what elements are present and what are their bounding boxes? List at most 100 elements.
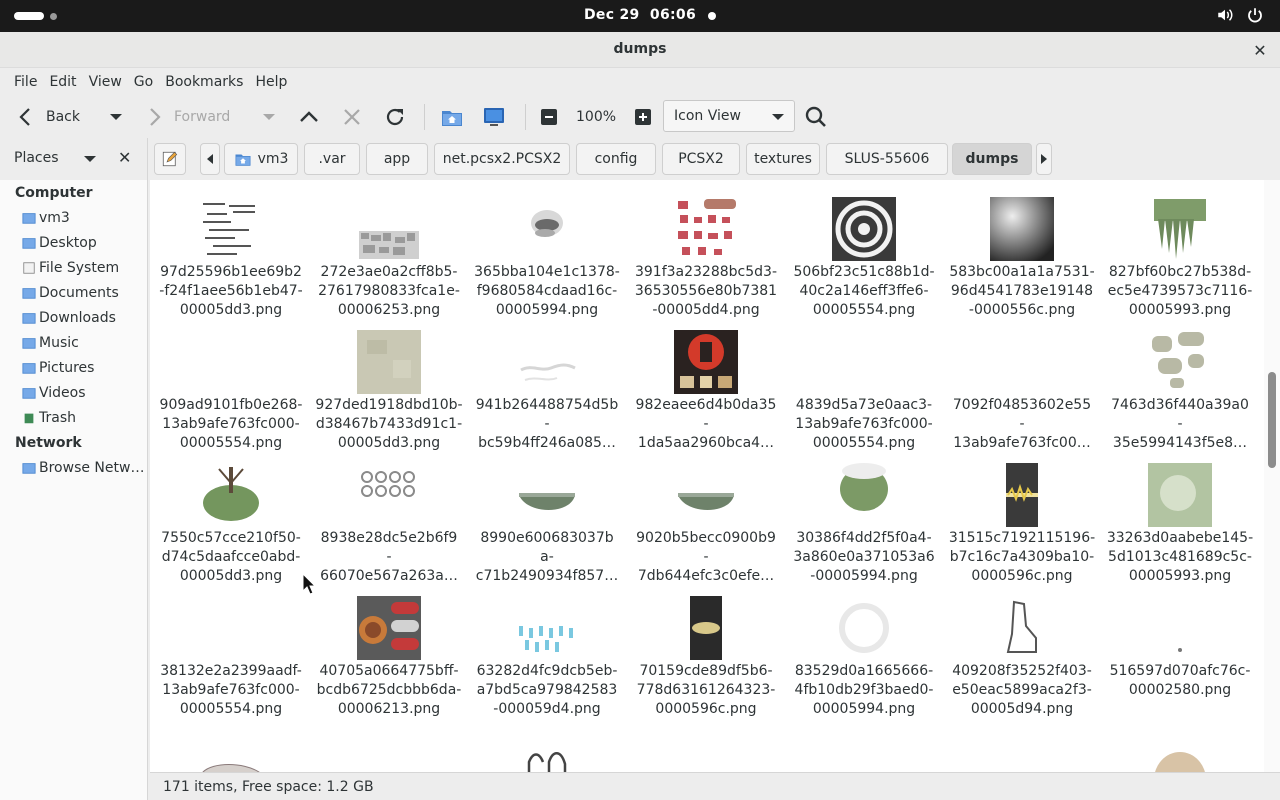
sidebar-item-documents[interactable]: Documents bbox=[22, 282, 146, 304]
file-item[interactable]: 7092f04853602e55-13ab9afe763fc00… bbox=[943, 330, 1101, 454]
file-icon-view[interactable]: 97d25596b1ee69b2 -f24f1aee56b1eb47- 00005d… bbox=[150, 180, 1264, 772]
scrollbar-thumb[interactable] bbox=[1268, 372, 1276, 468]
zoom-in-button[interactable] bbox=[631, 96, 655, 138]
vertical-scrollbar[interactable] bbox=[1264, 180, 1280, 772]
path-scroll-left[interactable] bbox=[200, 143, 220, 175]
sidebar-item-downloads[interactable]: Downloads bbox=[22, 307, 146, 329]
file-item[interactable]: 83529d0a1665666- 4fb10db29f3baed0- 0000599… bbox=[785, 596, 943, 720]
view-mode-select[interactable]: Icon View bbox=[663, 100, 795, 132]
file-item[interactable]: 7463d36f440a39a0-35e5994143f5e8… bbox=[1101, 330, 1259, 454]
forward-history-dropdown[interactable] bbox=[257, 96, 281, 138]
file-name: 38132e2a2399aadf- 13ab9afe763fc000- 000055… bbox=[160, 663, 302, 717]
file-item[interactable]: 506bf23c51c88b1d- 40c2a146eff3ffe6- 000055… bbox=[785, 197, 943, 321]
file-item[interactable]: 9020b5becc0900b9-7db644efc3c0efe… bbox=[627, 463, 785, 587]
menu-go[interactable]: Go bbox=[128, 68, 159, 96]
file-name: 409208f35252f403- e50eac5899aca2f3- 00005d… bbox=[952, 663, 1092, 717]
file-item[interactable]: 941b264488754d5b - bc59b4ff246a085… bbox=[468, 330, 626, 454]
forward-button[interactable]: Forward bbox=[142, 96, 230, 138]
drive-icon bbox=[23, 262, 35, 274]
file-item[interactable]: 38132e2a2399aadf- 13ab9afe763fc000- 000055… bbox=[152, 596, 310, 720]
zoom-in-icon bbox=[635, 109, 651, 125]
path-crumb-app[interactable]: app bbox=[366, 143, 428, 175]
desktop-folder-icon bbox=[22, 238, 36, 249]
file-item[interactable]: 982eaee6d4b0da35-1da5aa2960bca4… bbox=[627, 330, 785, 454]
file-item[interactable]: 583bc00a1a1a7531- 96d4541783e19148 -000055… bbox=[943, 197, 1101, 321]
file-item[interactable]: 70159cde89df5b6- 778d63161264323- 0000596c… bbox=[627, 596, 785, 720]
path-crumb-dumps[interactable]: dumps bbox=[952, 143, 1032, 175]
file-name: 9020b5becc0900b9-7db644efc3c0efe… bbox=[636, 530, 776, 584]
close-window-button[interactable]: ✕ bbox=[1250, 40, 1270, 60]
sidebar-item-trash[interactable]: Trash bbox=[22, 407, 146, 429]
sidebar-item-music[interactable]: Music bbox=[22, 332, 146, 354]
path-crumb-pcsx2-app[interactable]: net.pcsx2.PCSX2 bbox=[434, 143, 570, 175]
path-crumb-textures[interactable]: textures bbox=[746, 143, 820, 175]
zoom-out-button[interactable] bbox=[537, 96, 561, 138]
file-item[interactable]: 7550c57cce210f50- d74c5daafcce0abd- 00005d… bbox=[152, 463, 310, 587]
file-item[interactable]: 272e3ae0a2cff8b5- 27617980833fca1e- 000062… bbox=[310, 197, 468, 321]
menu-edit[interactable]: Edit bbox=[43, 68, 82, 96]
file-item[interactable]: 827bf60bc27b538d-ec5e4739573c7116- 000059… bbox=[1101, 197, 1259, 321]
system-tray[interactable] bbox=[1216, 6, 1264, 24]
path-crumb-slus[interactable]: SLUS-55606 bbox=[826, 143, 948, 175]
path-scroll-right[interactable] bbox=[1036, 143, 1052, 175]
mouse-cursor bbox=[302, 573, 316, 595]
file-item[interactable]: 4839d5a73e0aac3- 13ab9afe763fc000- 0000555… bbox=[785, 330, 943, 454]
file-thumbnail bbox=[531, 210, 563, 237]
home-button[interactable] bbox=[440, 96, 464, 138]
file-thumbnail bbox=[1178, 648, 1182, 652]
file-thumbnail[interactable] bbox=[1148, 732, 1212, 772]
path-crumb-config[interactable]: config bbox=[576, 143, 656, 175]
close-sidebar-button[interactable]: ✕ bbox=[118, 148, 131, 167]
sidebar-item-desktop[interactable]: Desktop bbox=[22, 232, 146, 254]
file-name: 391f3a23288bc5d3- 36530556e80b7381 -00005d… bbox=[634, 264, 778, 318]
file-thumbnail[interactable] bbox=[515, 732, 579, 772]
toggle-location-entry-button[interactable] bbox=[154, 143, 186, 175]
sidebar-item-videos[interactable]: Videos bbox=[22, 382, 146, 404]
file-item[interactable]: 516597d070afc76c- 00002580.png bbox=[1101, 596, 1259, 720]
sidebar-item-vm3[interactable]: vm3 bbox=[22, 207, 146, 229]
file-item[interactable]: 365bba104e1c1378- f9680584cdaad16c- 000059… bbox=[468, 197, 626, 321]
file-item[interactable]: 409208f35252f403- e50eac5899aca2f3- 00005d… bbox=[943, 596, 1101, 720]
file-item[interactable]: 33263d0aabebe145- 5d1013c481689c5c- 000059… bbox=[1101, 463, 1259, 587]
file-item[interactable]: 30386f4dd2f5f0a4- 3a860e0a371053a6 -000059… bbox=[785, 463, 943, 587]
sidebar-item-browse-network[interactable]: Browse Netw… bbox=[22, 457, 146, 479]
menu-view[interactable]: View bbox=[83, 68, 128, 96]
file-item[interactable]: 31515c7192115196- b7c16c7a4309ba10- 000059… bbox=[943, 463, 1101, 587]
menu-file[interactable]: File bbox=[8, 68, 43, 96]
back-button[interactable]: Back bbox=[14, 96, 80, 138]
sidebar-item-pictures[interactable]: Pictures bbox=[22, 357, 146, 379]
up-button[interactable] bbox=[297, 96, 321, 138]
file-thumbnail[interactable] bbox=[199, 732, 263, 772]
file-item[interactable]: 909ad9101fb0e268- 13ab9afe763fc000- 000055… bbox=[152, 330, 310, 454]
file-item[interactable]: 97d25596b1ee69b2 -f24f1aee56b1eb47- 00005d… bbox=[152, 197, 310, 321]
places-dropdown[interactable] bbox=[84, 156, 96, 162]
window-title: dumps bbox=[613, 41, 667, 57]
file-name: 8990e600683037b a-c71b2490934f857… bbox=[475, 530, 619, 584]
path-crumb-pcsx2[interactable]: PCSX2 bbox=[662, 143, 740, 175]
clock[interactable]: Dec 29 06:06 bbox=[0, 7, 1280, 23]
file-name: 927ded1918dbd10b-d38467b7433d91c1- 00005d… bbox=[315, 397, 463, 451]
reload-button[interactable] bbox=[383, 96, 407, 138]
file-item[interactable]: 63282d4fc9dcb5eb-a7bd5ca979842583 -000059… bbox=[468, 596, 626, 720]
file-thumbnail bbox=[520, 363, 576, 381]
path-crumb-var[interactable]: .var bbox=[304, 143, 360, 175]
partial-row-top bbox=[150, 180, 1264, 186]
computer-button[interactable] bbox=[482, 96, 506, 138]
menu-bookmarks[interactable]: Bookmarks bbox=[159, 68, 249, 96]
back-history-dropdown[interactable] bbox=[104, 96, 128, 138]
file-thumbnail bbox=[203, 203, 255, 255]
menu-help[interactable]: Help bbox=[249, 68, 293, 96]
file-item[interactable]: 8938e28dc5e2b6f9-66070e567a263a… bbox=[310, 463, 468, 587]
file-item[interactable]: 391f3a23288bc5d3- 36530556e80b7381 -00005d… bbox=[627, 197, 785, 321]
status-text: 171 items, Free space: 1.2 GB bbox=[163, 779, 374, 795]
file-thumbnail bbox=[1152, 332, 1204, 388]
path-crumb-vm3[interactable]: vm3 bbox=[224, 143, 298, 175]
file-item[interactable]: 40705a0664775bff-bcdb6725dcbbb6da- 000062… bbox=[310, 596, 468, 720]
file-item[interactable]: 8990e600683037b a-c71b2490934f857… bbox=[468, 463, 626, 587]
sidebar-item-file-system[interactable]: File System bbox=[22, 257, 146, 279]
stop-icon bbox=[344, 109, 360, 125]
file-name: 31515c7192115196- b7c16c7a4309ba10- 000059… bbox=[948, 530, 1096, 584]
search-button[interactable] bbox=[804, 96, 828, 138]
file-item[interactable]: 927ded1918dbd10b-d38467b7433d91c1- 00005d… bbox=[310, 330, 468, 454]
stop-button[interactable] bbox=[340, 96, 364, 138]
